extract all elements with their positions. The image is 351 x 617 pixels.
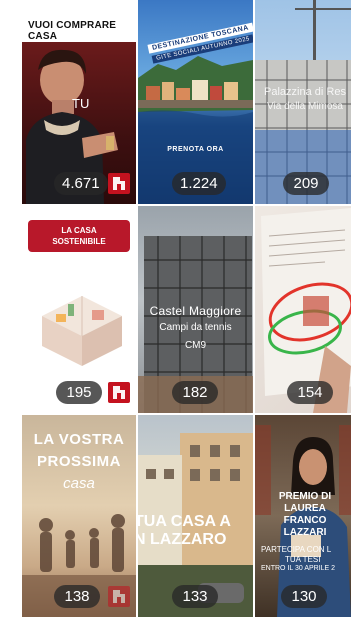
- post-overlay-text: TUA CASA A: [138, 513, 231, 530]
- post-caption: TU: [72, 96, 90, 111]
- post-overlay-text: Palazzina di Res: [264, 86, 346, 98]
- post-overlay-subtext: Campi da tennis: [159, 322, 232, 333]
- post-tile-3[interactable]: Palazzina di Res Via della Mimosa 209: [255, 0, 351, 204]
- view-count-badge: 209: [283, 172, 329, 195]
- post-tile-5[interactable]: Castel Maggiore Campi da tennis CM9 182: [138, 206, 253, 413]
- view-count-badge: 195: [56, 381, 102, 404]
- post-tile-7[interactable]: LA VOSTRA PROSSIMA casa 138: [22, 415, 136, 617]
- post-overlay-text: N LAZZARO: [138, 531, 227, 548]
- post-overlay-text: PREMIO DI: [278, 491, 332, 502]
- post-footer-text: ENTRO IL 30 APRILE 2: [261, 565, 336, 572]
- post-tile-1[interactable]: VUOI COMPRARE CASA TU 4.671: [22, 0, 136, 204]
- post-overlay-text: casa: [63, 475, 95, 492]
- post-tile-4[interactable]: LA CASA SOSTENIBILE 195: [22, 206, 136, 413]
- cta-text: PRENOTA ORA: [167, 146, 224, 153]
- post-footer-text: PARTECIPA CON L: [261, 545, 332, 554]
- post-overlay-text: LA VOSTRA: [33, 431, 125, 448]
- view-count-badge: 182: [172, 381, 218, 404]
- post-grid: VUOI COMPRARE CASA TU 4.671 DESTINAZIONE…: [22, 0, 351, 617]
- brand-logo-icon: [108, 173, 130, 194]
- view-count-badge: 138: [54, 585, 100, 608]
- post-overlay-text: Castel Maggiore: [149, 304, 242, 318]
- post-overlay-text: LAUREA: [284, 503, 326, 514]
- view-count-badge: 1.224: [172, 172, 226, 195]
- view-count-badge: 130: [281, 585, 327, 608]
- post-overlay-text: LAZZARI: [283, 527, 327, 538]
- post-overlay-subtext: CM9: [184, 340, 207, 351]
- view-count-badge: 4.671: [54, 172, 108, 195]
- brand-logo-icon: [108, 586, 130, 607]
- view-count-badge: 154: [287, 381, 333, 404]
- post-tile-9[interactable]: PREMIO DI LAUREA FRANCO LAZZARI PARTECIP…: [255, 415, 351, 617]
- brand-logo-icon: [108, 382, 130, 403]
- view-count-badge: 133: [172, 585, 218, 608]
- post-footer-text: TUA TESI: [285, 555, 321, 564]
- post-overlay-text: FRANCO: [283, 515, 327, 526]
- post-overlay-subtext: Via della Mimosa: [267, 101, 343, 112]
- post-tile-8[interactable]: TUA CASA A N LAZZARO 133: [138, 415, 253, 617]
- post-overlay-text: PROSSIMA: [36, 453, 121, 470]
- post-tile-2[interactable]: DESTINAZIONE TOSCANA GITE SOCIALI AUTUNN…: [138, 0, 253, 204]
- post-tile-6[interactable]: 154: [255, 206, 351, 413]
